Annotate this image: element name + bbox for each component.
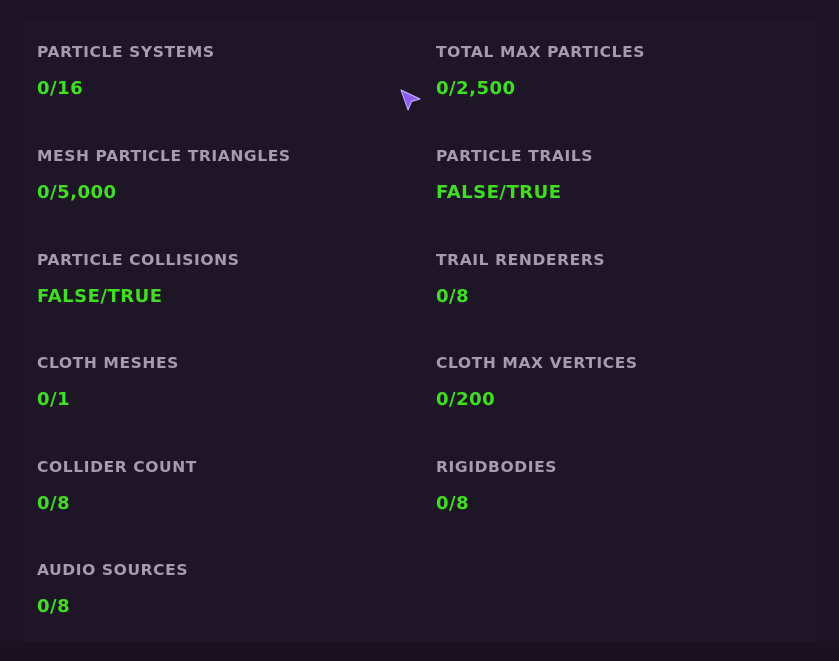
stat-value: 0/8 <box>436 493 470 514</box>
stat-total-max-particles: TOTAL MAX PARTICLES 0/2,500 <box>436 43 816 143</box>
stat-value: FALSE/TRUE <box>37 286 163 307</box>
stat-value: FALSE/TRUE <box>436 182 562 203</box>
stat-value: 0/2,500 <box>436 78 516 99</box>
stat-cloth-max-vertices: CLOTH MAX VERTICES 0/200 <box>436 354 816 454</box>
stat-value: 0/200 <box>436 389 496 410</box>
stat-collider-count: COLLIDER COUNT 0/8 <box>37 458 417 558</box>
stat-label: TOTAL MAX PARTICLES <box>436 43 646 61</box>
stat-audio-sources: AUDIO SOURCES 0/8 <box>37 561 417 661</box>
performance-stats-panel: PARTICLE SYSTEMS 0/16 TOTAL MAX PARTICLE… <box>0 0 839 642</box>
stat-value: 0/16 <box>37 78 84 99</box>
stat-particle-trails: PARTICLE TRAILS FALSE/TRUE <box>436 147 816 247</box>
stat-value: 0/8 <box>436 286 470 307</box>
stat-particle-collisions: PARTICLE COLLISIONS FALSE/TRUE <box>37 251 417 351</box>
stat-particle-systems: PARTICLE SYSTEMS 0/16 <box>37 43 417 143</box>
stat-rigidbodies: RIGIDBODIES 0/8 <box>436 458 816 558</box>
stat-label: TRAIL RENDERERS <box>436 251 606 269</box>
stat-value: 0/8 <box>37 596 71 617</box>
stat-trail-renderers: TRAIL RENDERERS 0/8 <box>436 251 816 351</box>
stat-label: COLLIDER COUNT <box>37 458 197 476</box>
stat-value: 0/1 <box>37 389 71 410</box>
stat-label: PARTICLE TRAILS <box>436 147 594 165</box>
stat-label: RIGIDBODIES <box>436 458 558 476</box>
stat-cloth-meshes: CLOTH MESHES 0/1 <box>37 354 417 454</box>
stat-label: PARTICLE SYSTEMS <box>37 43 215 61</box>
stat-label: CLOTH MESHES <box>37 354 179 372</box>
stat-label: CLOTH MAX VERTICES <box>436 354 638 372</box>
stat-label: PARTICLE COLLISIONS <box>37 251 240 269</box>
stat-label: MESH PARTICLE TRIANGLES <box>37 147 291 165</box>
stat-label: AUDIO SOURCES <box>37 561 189 579</box>
stat-mesh-particle-triangles: MESH PARTICLE TRIANGLES 0/5,000 <box>37 147 417 247</box>
stat-value: 0/8 <box>37 493 71 514</box>
pointer-cursor-icon <box>400 89 421 111</box>
stat-value: 0/5,000 <box>37 182 117 203</box>
